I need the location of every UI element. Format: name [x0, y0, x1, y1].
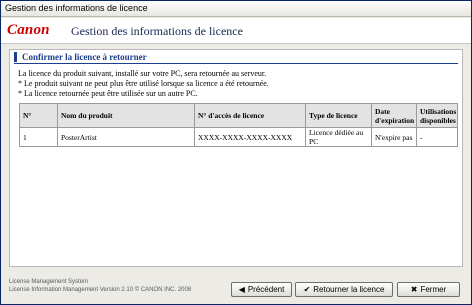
- col-header-expiry: Date d'expiration: [371, 103, 417, 128]
- close-x-icon: ✖: [410, 284, 418, 294]
- cell-access: XXXX-XXXX-XXXX-XXXX: [194, 127, 306, 147]
- previous-button-label: Précédent: [247, 285, 285, 294]
- previous-button[interactable]: ◀ Précédent: [231, 282, 292, 297]
- note-message: * La licence retournée peut être utilisé…: [18, 89, 198, 98]
- close-button-label: Fermer: [420, 285, 447, 294]
- cell-product: PosterArtist: [57, 127, 195, 147]
- cell-no: 1: [19, 127, 58, 147]
- content-panel: Confirmer la licence à retourner La lice…: [9, 49, 463, 267]
- checkmark-icon: ✔: [303, 284, 311, 294]
- table-header-row: N° Nom du produit N° d'accès de licence …: [19, 103, 458, 128]
- footer-system-name: License Management System: [9, 279, 89, 285]
- title-bar[interactable]: Gestion des informations de licence: [1, 1, 471, 17]
- return-license-button[interactable]: ✔ Retourner la licence: [295, 282, 393, 297]
- license-window: Gestion des informations de licence Cano…: [0, 0, 472, 305]
- info-message: La licence du produit suivant, installé …: [18, 69, 267, 78]
- warning-message: * Le produit suivant ne peut plus être u…: [18, 79, 269, 88]
- footer-version: License Information Management Version 2…: [9, 287, 192, 293]
- close-button[interactable]: ✖ Fermer: [397, 282, 460, 297]
- app-header: Canon Gestion des informations de licenc…: [1, 18, 471, 44]
- col-header-type: Type de licence: [305, 103, 372, 128]
- license-table: N° Nom du produit N° d'accès de licence …: [19, 103, 458, 147]
- col-header-available: Utilisations disponibles: [416, 103, 458, 128]
- cell-type: Licence dédiée au PC: [305, 127, 372, 147]
- col-header-access: N° d'accès de licence: [194, 103, 306, 128]
- page-title: Gestion des informations de licence: [71, 24, 243, 38]
- col-header-no: N°: [19, 103, 58, 128]
- arrow-left-icon: ◀: [238, 284, 245, 294]
- col-header-product: Nom du produit: [57, 103, 195, 128]
- cell-available: -: [416, 127, 458, 147]
- section-title: Confirmer la licence à retourner: [22, 52, 147, 62]
- section-marker: [14, 52, 17, 62]
- return-license-button-label: Retourner la licence: [313, 285, 385, 294]
- table-row[interactable]: 1 PosterArtist XXXX-XXXX-XXXX-XXXX Licen…: [19, 127, 458, 147]
- cell-expiry: N'expire pas: [371, 127, 417, 147]
- canon-logo: Canon: [7, 22, 50, 38]
- window-title: Gestion des informations de licence: [5, 3, 148, 13]
- section-header: Confirmer la licence à retourner: [14, 52, 458, 64]
